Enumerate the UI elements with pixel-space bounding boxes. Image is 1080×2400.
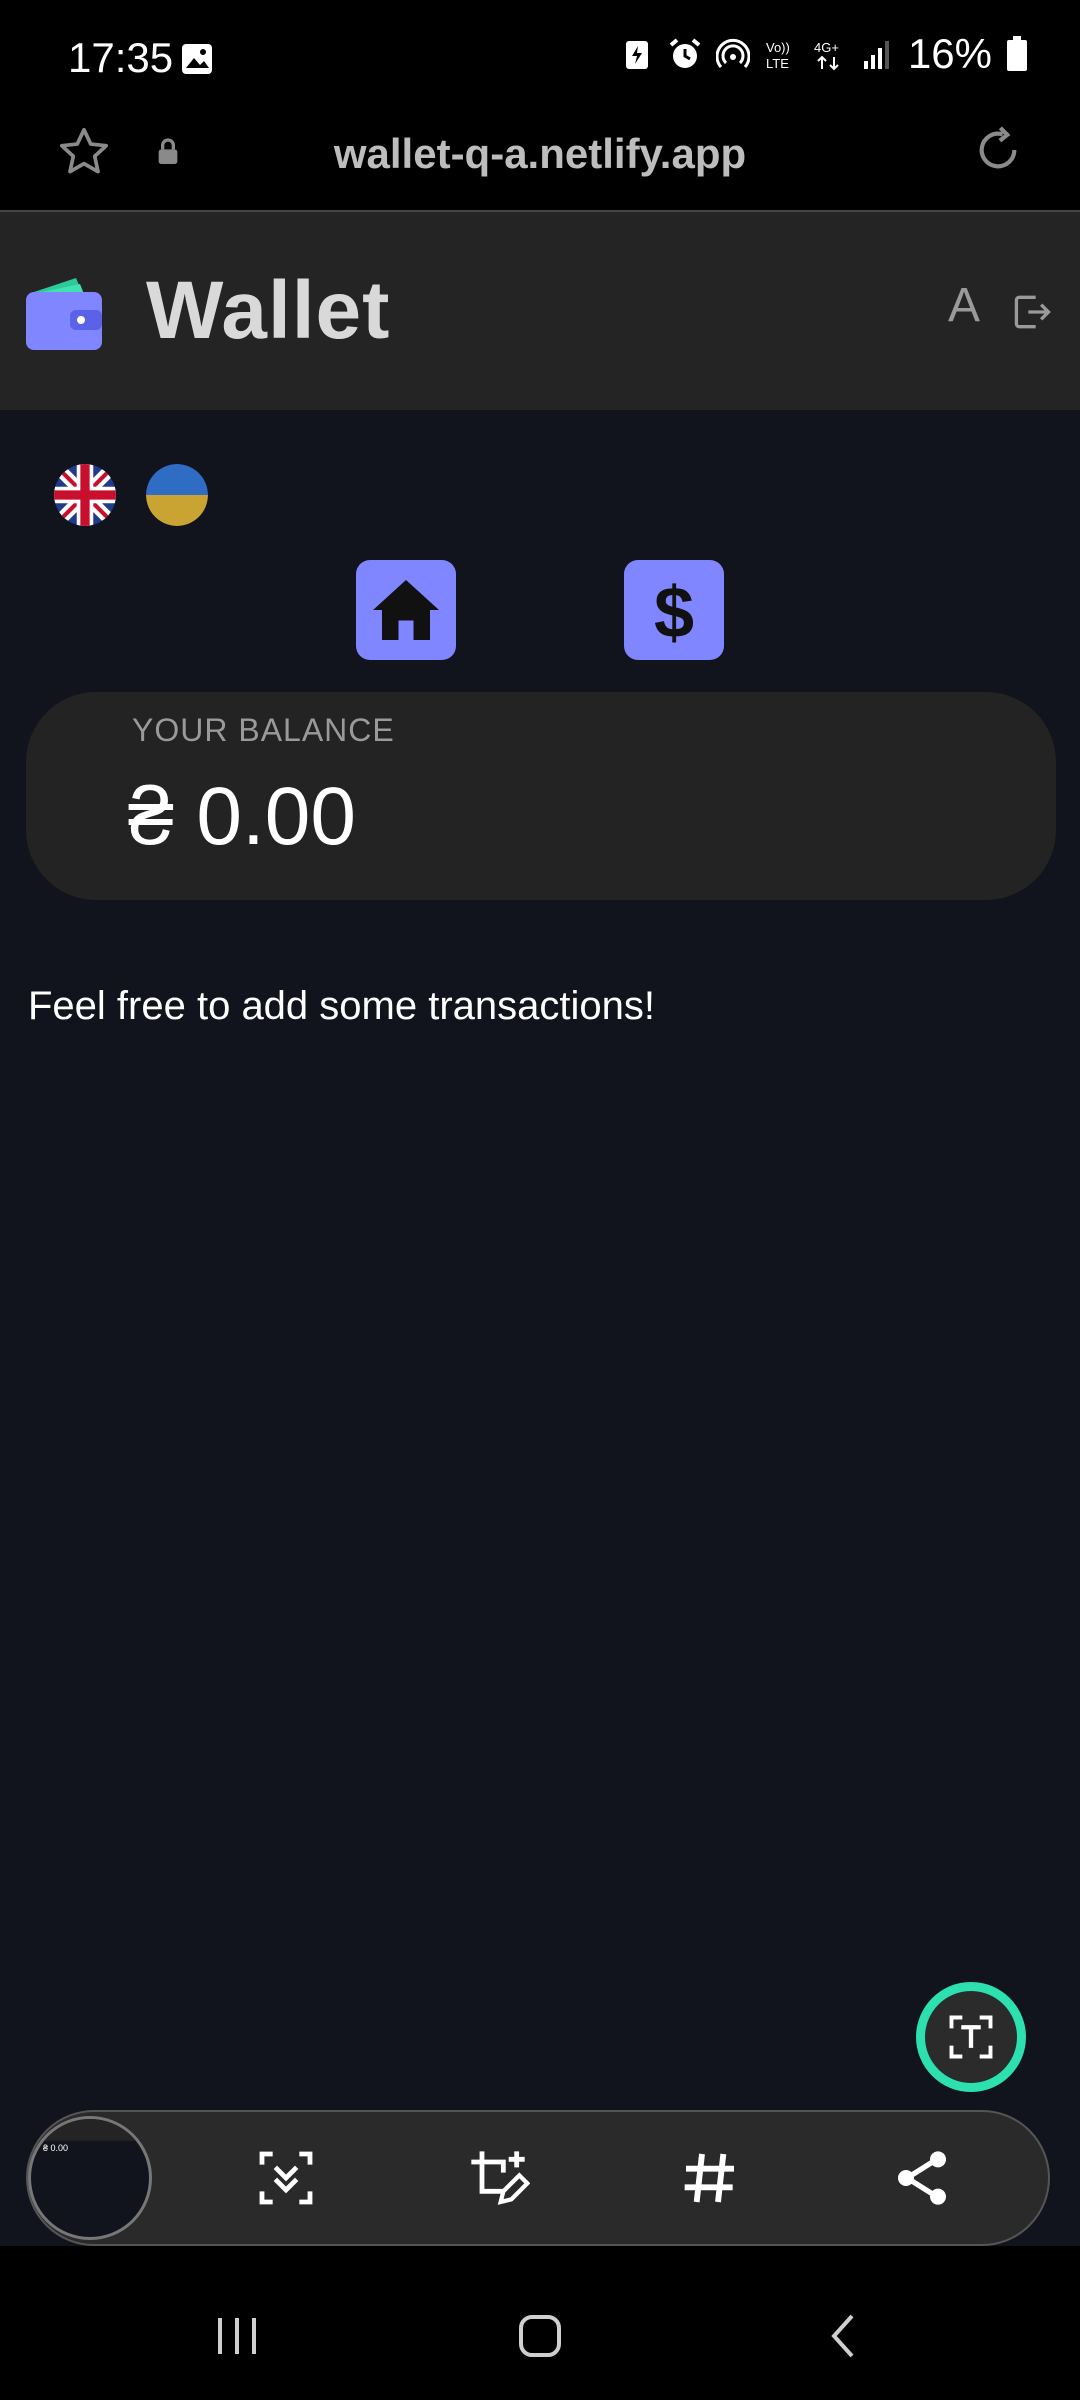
dollar-icon: $ [654, 574, 694, 646]
flag-ukraine-icon[interactable] [146, 464, 208, 526]
home-nav-icon[interactable] [516, 2312, 564, 2360]
back-icon[interactable] [826, 2312, 860, 2360]
gallery-icon [182, 44, 212, 74]
share-icon[interactable] [890, 2146, 954, 2210]
battery-icon [1007, 36, 1027, 71]
font-size-toggle[interactable]: A [948, 278, 980, 333]
wallet-logo-icon [26, 278, 102, 350]
svg-text:4G+: 4G+ [814, 40, 839, 55]
extract-text-button[interactable] [916, 1982, 1026, 2092]
url-text[interactable]: wallet-q-a.netlify.app [0, 130, 1080, 178]
transactions-button[interactable]: $ [624, 560, 724, 660]
signal-icon [863, 41, 889, 69]
svg-text:LTE: LTE [766, 56, 789, 71]
flag-uk-icon[interactable] [54, 464, 116, 526]
thumbnail-balance: ₴ 0.00 [43, 2143, 69, 2153]
scroll-capture-icon[interactable] [254, 2146, 318, 2210]
battery-percentage: 16% [907, 30, 992, 77]
status-time: 17:35 [68, 34, 174, 81]
recent-apps-icon[interactable] [214, 2314, 260, 2358]
screenshot-thumbnail[interactable]: ₴ 0.00 [28, 2116, 152, 2240]
home-button[interactable] [356, 560, 456, 660]
balance-label: YOUR BALANCE [132, 712, 395, 748]
volte-icon: Vo))LTE [766, 40, 790, 71]
crop-edit-icon[interactable] [466, 2146, 530, 2210]
battery-saver-icon [625, 41, 648, 69]
logout-icon[interactable] [1010, 290, 1054, 334]
hashtag-icon[interactable] [678, 2146, 742, 2210]
network-4g-icon: 4G+ [814, 40, 839, 71]
svg-text:$: $ [654, 574, 694, 646]
empty-state-message: Feel free to add some transactions! [28, 984, 655, 1028]
reload-icon[interactable] [970, 122, 1026, 178]
svg-text:Vo)): Vo)) [766, 40, 790, 55]
status-icons: Vo)) LTE 4G+ 16% [620, 30, 1028, 78]
hotspot-icon [715, 38, 750, 68]
alarm-icon [669, 38, 701, 68]
home-icon [373, 580, 439, 640]
app-title: Wallet [146, 265, 391, 356]
extract-text-button-inner [925, 1991, 1017, 2083]
text-scan-icon [949, 2015, 993, 2059]
balance-value: ₴ 0.00 [128, 771, 356, 862]
